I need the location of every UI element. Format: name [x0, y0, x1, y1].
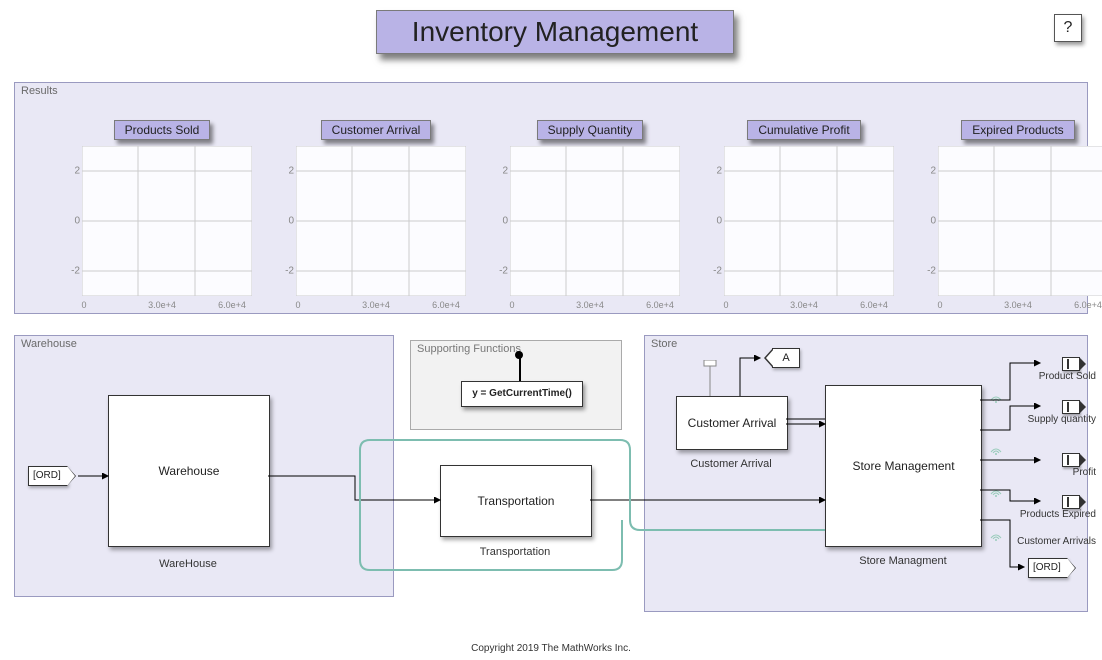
store-management-block[interactable]: Store Management — [825, 385, 982, 547]
terminator-icon — [700, 360, 730, 396]
out-port-products-expired[interactable] — [1062, 495, 1080, 509]
customer-arrival-label: Customer Arrival — [688, 416, 777, 430]
out-label-products-expired: Products Expired — [1006, 509, 1096, 520]
y-tick: 2 — [280, 166, 294, 177]
help-button[interactable]: ? — [1054, 14, 1082, 42]
warehouse-block[interactable]: Warehouse — [108, 395, 270, 547]
y-tick: 0 — [708, 216, 722, 227]
x-tick: 0 — [295, 300, 300, 310]
chart-title: Customer Arrival — [321, 120, 432, 140]
y-tick: 2 — [708, 166, 722, 177]
get-current-time-block[interactable]: y = GetCurrentTime() — [461, 381, 583, 407]
out-label-profit: Profit — [1006, 467, 1096, 478]
x-tick: 3.0e+4 — [576, 300, 604, 310]
warehouse-block-label: Warehouse — [159, 464, 220, 478]
chart-title: Products Sold — [114, 120, 211, 140]
wireless-icon — [990, 444, 1002, 456]
chart-4[interactable]: Expired Products 20-203.0e+46.0e+4 — [928, 122, 1102, 296]
y-tick: 0 — [280, 216, 294, 227]
chart-3[interactable]: Cumulative Profit 20-203.0e+46.0e+4 — [714, 122, 894, 296]
out-port-supply-quantity[interactable] — [1062, 400, 1080, 414]
chart-1[interactable]: Customer Arrival 20-203.0e+46.0e+4 — [286, 122, 466, 296]
out-label-product-sold: Product Sold — [1006, 371, 1096, 382]
x-tick: 0 — [723, 300, 728, 310]
y-tick: -2 — [280, 266, 294, 277]
store-management-label: Store Management — [852, 459, 954, 473]
ord-tag-sink[interactable]: [ORD] — [1028, 558, 1068, 578]
supporting-functions-panel: Supporting Functions y = GetCurrentTime(… — [410, 340, 622, 430]
transportation-under-label: Transportation — [480, 546, 551, 558]
x-tick: 6.0e+4 — [1074, 300, 1102, 310]
function-port-line — [519, 357, 521, 381]
chart-2[interactable]: Supply Quantity 20-203.0e+46.0e+4 — [500, 122, 680, 296]
y-tick: 2 — [66, 166, 80, 177]
out-label-customer-arrivals: Customer Arrivals — [1006, 536, 1096, 547]
x-tick: 6.0e+4 — [432, 300, 460, 310]
x-tick: 0 — [937, 300, 942, 310]
warehouse-under-label: WareHouse — [159, 558, 217, 570]
y-tick: 2 — [494, 166, 508, 177]
wireless-icon — [990, 392, 1002, 404]
chart-0[interactable]: Products Sold 20-203.0e+46.0e+4 — [72, 122, 252, 296]
x-tick: 3.0e+4 — [1004, 300, 1032, 310]
copyright-text: Copyright 2019 The MathWorks Inc. — [0, 643, 1102, 654]
x-tick: 6.0e+4 — [646, 300, 674, 310]
x-tick: 0 — [81, 300, 86, 310]
wireless-icon — [990, 530, 1002, 542]
chart-title: Expired Products — [961, 120, 1074, 140]
chart-title: Cumulative Profit — [747, 120, 860, 140]
y-tick: -2 — [922, 266, 936, 277]
out-port-profit[interactable] — [1062, 453, 1080, 467]
y-tick: 0 — [922, 216, 936, 227]
chart-plot-area: 20-203.0e+46.0e+4 — [82, 146, 252, 296]
customer-arrival-block[interactable]: Customer Arrival — [676, 396, 788, 450]
x-tick: 3.0e+4 — [362, 300, 390, 310]
wireless-icon — [990, 486, 1002, 498]
transportation-block[interactable]: Transportation — [440, 465, 592, 537]
chart-plot-area: 20-203.0e+46.0e+4 — [510, 146, 680, 296]
x-tick: 0 — [509, 300, 514, 310]
y-tick: -2 — [708, 266, 722, 277]
out-port-product-sold[interactable] — [1062, 357, 1080, 371]
customer-arrival-under-label: Customer Arrival — [690, 458, 771, 470]
warehouse-panel-label: Warehouse — [21, 338, 77, 350]
chart-plot-area: 20-203.0e+46.0e+4 — [724, 146, 894, 296]
x-tick: 6.0e+4 — [860, 300, 888, 310]
store-panel-label: Store — [651, 338, 677, 350]
y-tick: -2 — [66, 266, 80, 277]
x-tick: 6.0e+4 — [218, 300, 246, 310]
ord-tag-source[interactable]: [ORD] — [28, 466, 68, 486]
transportation-block-label: Transportation — [478, 494, 555, 508]
y-tick: 0 — [494, 216, 508, 227]
x-tick: 3.0e+4 — [790, 300, 818, 310]
chart-plot-area: 20-203.0e+46.0e+4 — [938, 146, 1102, 296]
y-tick: -2 — [494, 266, 508, 277]
page-title: Inventory Management — [376, 10, 734, 54]
supporting-functions-label: Supporting Functions — [417, 343, 521, 355]
y-tick: 0 — [66, 216, 80, 227]
y-tick: 2 — [922, 166, 936, 177]
x-tick: 3.0e+4 — [148, 300, 176, 310]
results-panel-label: Results — [21, 85, 58, 97]
chart-plot-area: 20-203.0e+46.0e+4 — [296, 146, 466, 296]
chart-title: Supply Quantity — [537, 120, 644, 140]
a-tag-goto[interactable]: A — [772, 348, 800, 368]
out-label-supply-quantity: Supply quantity — [1006, 414, 1096, 425]
store-management-under-label: Store Managment — [859, 555, 946, 567]
